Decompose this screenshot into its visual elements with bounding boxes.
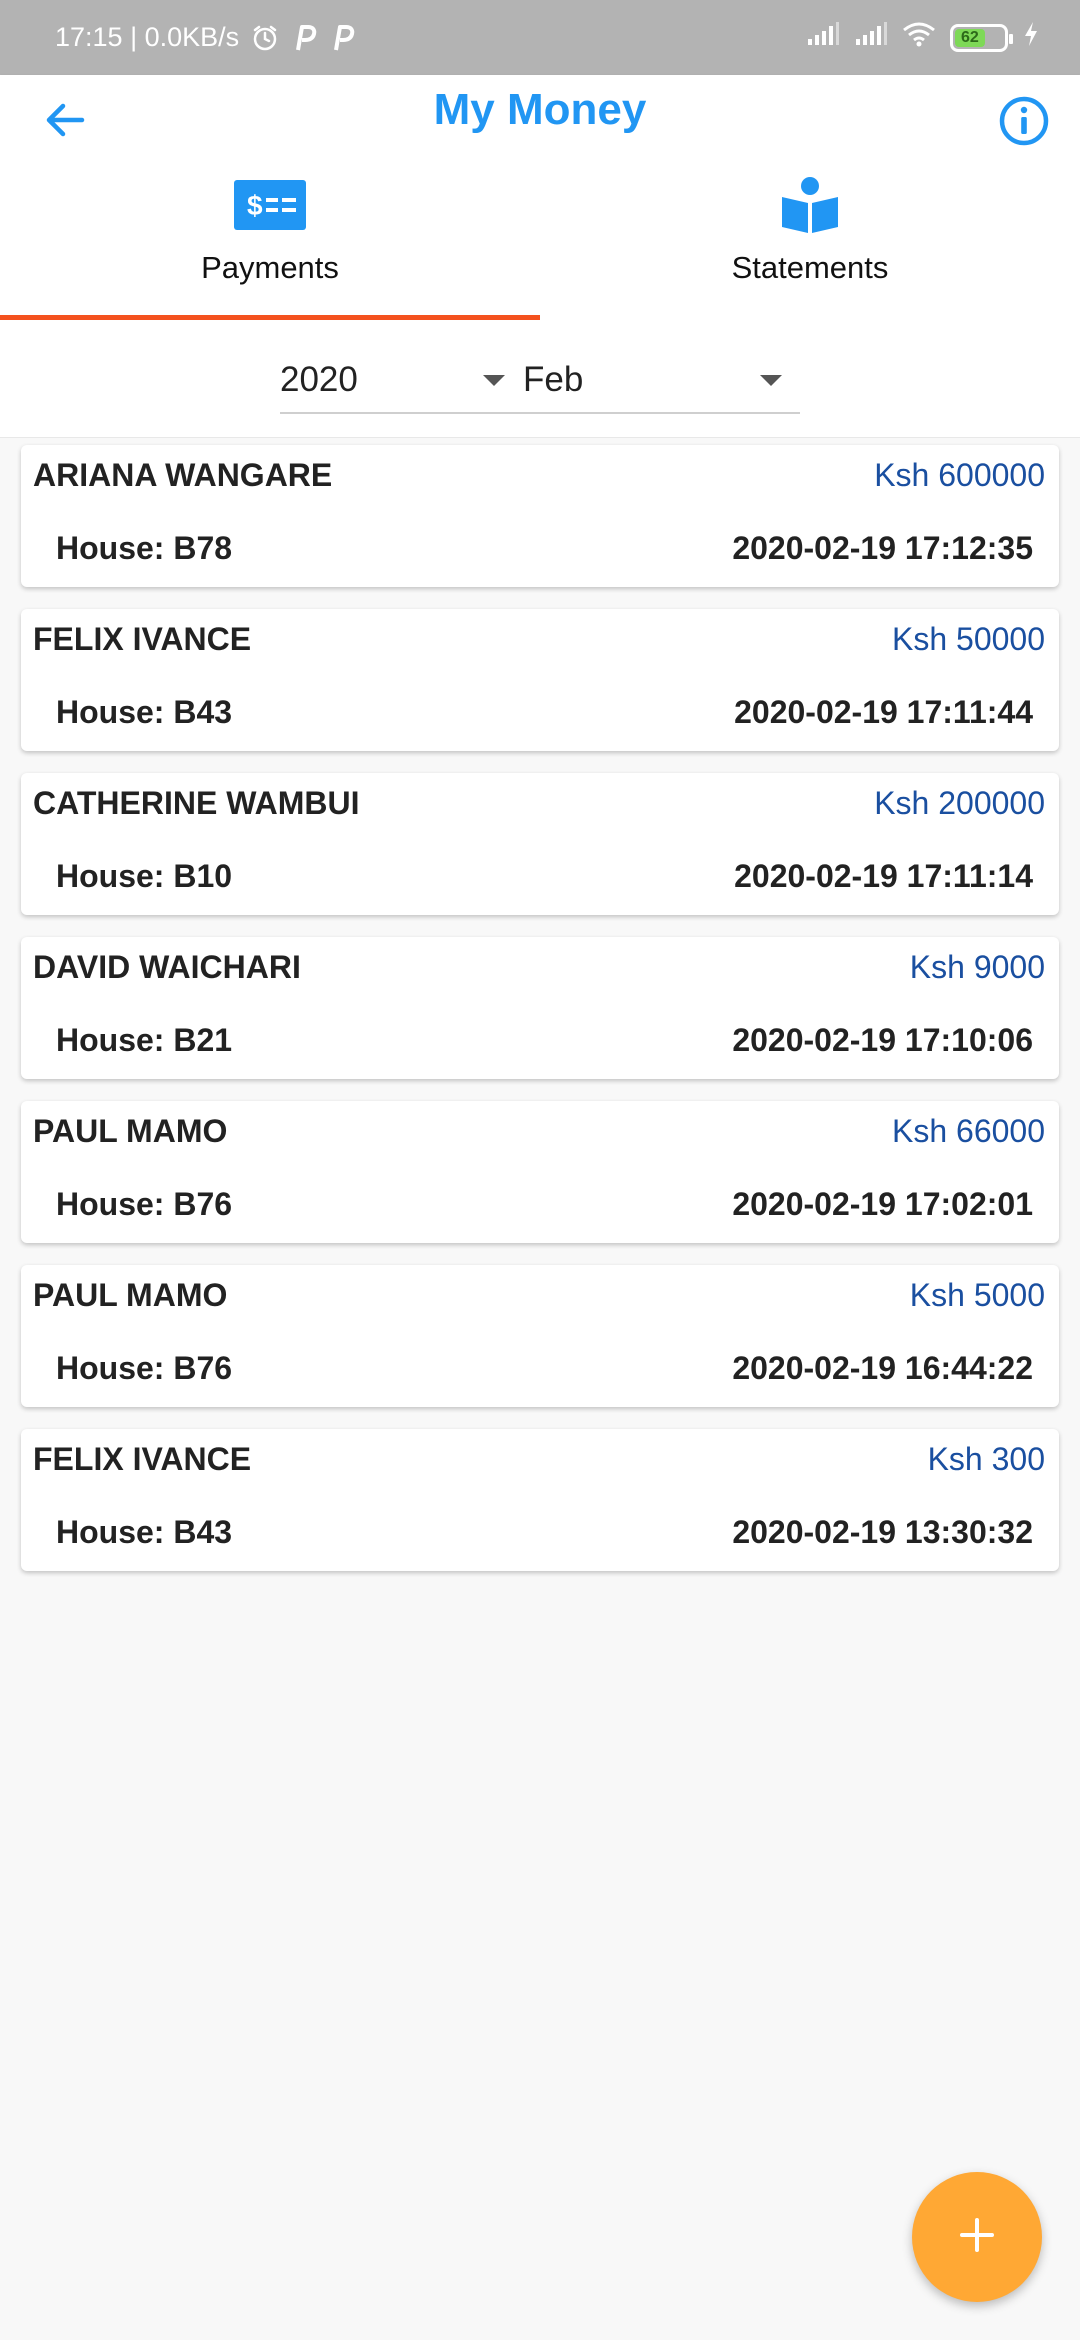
tab-payments-label: Payments xyxy=(201,250,339,285)
list-item[interactable]: DAVID WAICHARI Ksh 9000 House: B21 2020-… xyxy=(21,937,1059,1079)
payment-amount: Ksh 9000 xyxy=(909,949,1045,985)
list-item[interactable]: PAUL MAMO Ksh 5000 House: B76 2020-02-19… xyxy=(21,1265,1059,1407)
house-label: House: B76 xyxy=(56,1186,233,1222)
status-time: 17:15 | 0.0KB/s xyxy=(55,22,240,52)
house-label: House: B10 xyxy=(56,858,233,894)
svg-text:$: $ xyxy=(247,190,263,221)
add-payment-button[interactable] xyxy=(912,2172,1042,2302)
payer-name: PAUL MAMO xyxy=(33,1113,228,1149)
status-bar: 17:15 | 0.0KB/s 62 xyxy=(0,0,1080,75)
p-icon xyxy=(291,24,317,52)
tab-payments[interactable]: $ Payments xyxy=(0,170,540,320)
year-value: 2020 xyxy=(280,360,358,399)
status-left: 17:15 | 0.0KB/s xyxy=(55,22,355,53)
list-item[interactable]: FELIX IVANCE Ksh 300 House: B43 2020-02-… xyxy=(21,1429,1059,1571)
payment-amount: Ksh 200000 xyxy=(874,785,1045,821)
month-select[interactable]: Feb xyxy=(523,355,800,405)
payment-amount: Ksh 5000 xyxy=(909,1277,1045,1313)
alarm-icon xyxy=(251,24,279,52)
plus-icon xyxy=(959,2217,995,2258)
house-label: House: B76 xyxy=(56,1350,233,1386)
list-item[interactable]: FELIX IVANCE Ksh 50000 House: B43 2020-0… xyxy=(21,609,1059,751)
payment-amount: Ksh 600000 xyxy=(874,457,1045,493)
payment-amount: Ksh 300 xyxy=(927,1441,1045,1477)
payment-list: ARIANA WANGARE Ksh 600000 House: B78 202… xyxy=(21,445,1059,1593)
signal-icon xyxy=(854,21,888,54)
chevron-down-icon xyxy=(483,375,505,386)
payer-name: FELIX IVANCE xyxy=(33,621,252,657)
payer-name: DAVID WAICHARI xyxy=(33,949,301,985)
house-label: House: B78 xyxy=(56,530,233,566)
payment-card-icon: $ xyxy=(234,170,306,240)
app-bar: My Money $ Payments Statements xyxy=(0,75,1080,320)
tab-bar: $ Payments Statements xyxy=(0,170,1080,320)
payment-date: 2020-02-19 17:10:06 xyxy=(732,1022,1033,1058)
house-label: House: B43 xyxy=(56,694,233,730)
payment-date: 2020-02-19 17:11:44 xyxy=(734,694,1033,730)
list-item[interactable]: ARIANA WANGARE Ksh 600000 House: B78 202… xyxy=(21,445,1059,587)
payer-name: ARIANA WANGARE xyxy=(33,457,333,493)
payment-date: 2020-02-19 17:12:35 xyxy=(732,530,1033,566)
battery-level: 62 xyxy=(955,28,985,47)
signal-icon xyxy=(806,21,840,54)
payer-name: PAUL MAMO xyxy=(33,1277,228,1313)
battery-icon: 62 xyxy=(950,23,1013,52)
tab-statements[interactable]: Statements xyxy=(540,170,1080,320)
payment-date: 2020-02-19 13:30:32 xyxy=(732,1514,1033,1550)
page-title: My Money xyxy=(433,85,647,134)
house-label: House: B43 xyxy=(56,1514,233,1550)
house-label: House: B21 xyxy=(56,1022,233,1058)
info-icon xyxy=(998,95,1050,152)
filter-bar: 2020 Feb xyxy=(0,320,1080,438)
p-icon xyxy=(329,24,355,52)
list-item[interactable]: PAUL MAMO Ksh 66000 House: B76 2020-02-1… xyxy=(21,1101,1059,1243)
info-button[interactable] xyxy=(996,95,1052,151)
payment-amount: Ksh 66000 xyxy=(891,1113,1045,1149)
payment-amount: Ksh 50000 xyxy=(891,621,1045,657)
status-right: 62 xyxy=(806,0,1040,75)
year-select[interactable]: 2020 xyxy=(280,355,520,405)
list-item[interactable]: CATHERINE WAMBUI Ksh 200000 House: B10 2… xyxy=(21,773,1059,915)
filter-underline xyxy=(280,412,800,414)
payer-name: CATHERINE WAMBUI xyxy=(33,785,360,821)
payment-date: 2020-02-19 17:11:14 xyxy=(734,858,1033,894)
payment-date: 2020-02-19 16:44:22 xyxy=(732,1350,1033,1386)
tab-statements-label: Statements xyxy=(731,250,889,285)
charging-icon xyxy=(1022,21,1040,54)
payment-date: 2020-02-19 17:02:01 xyxy=(732,1186,1033,1222)
payer-name: FELIX IVANCE xyxy=(33,1441,252,1477)
reading-book-icon xyxy=(780,170,840,240)
chevron-down-icon xyxy=(760,375,782,386)
month-value: Feb xyxy=(523,360,584,399)
wifi-icon xyxy=(902,21,936,54)
